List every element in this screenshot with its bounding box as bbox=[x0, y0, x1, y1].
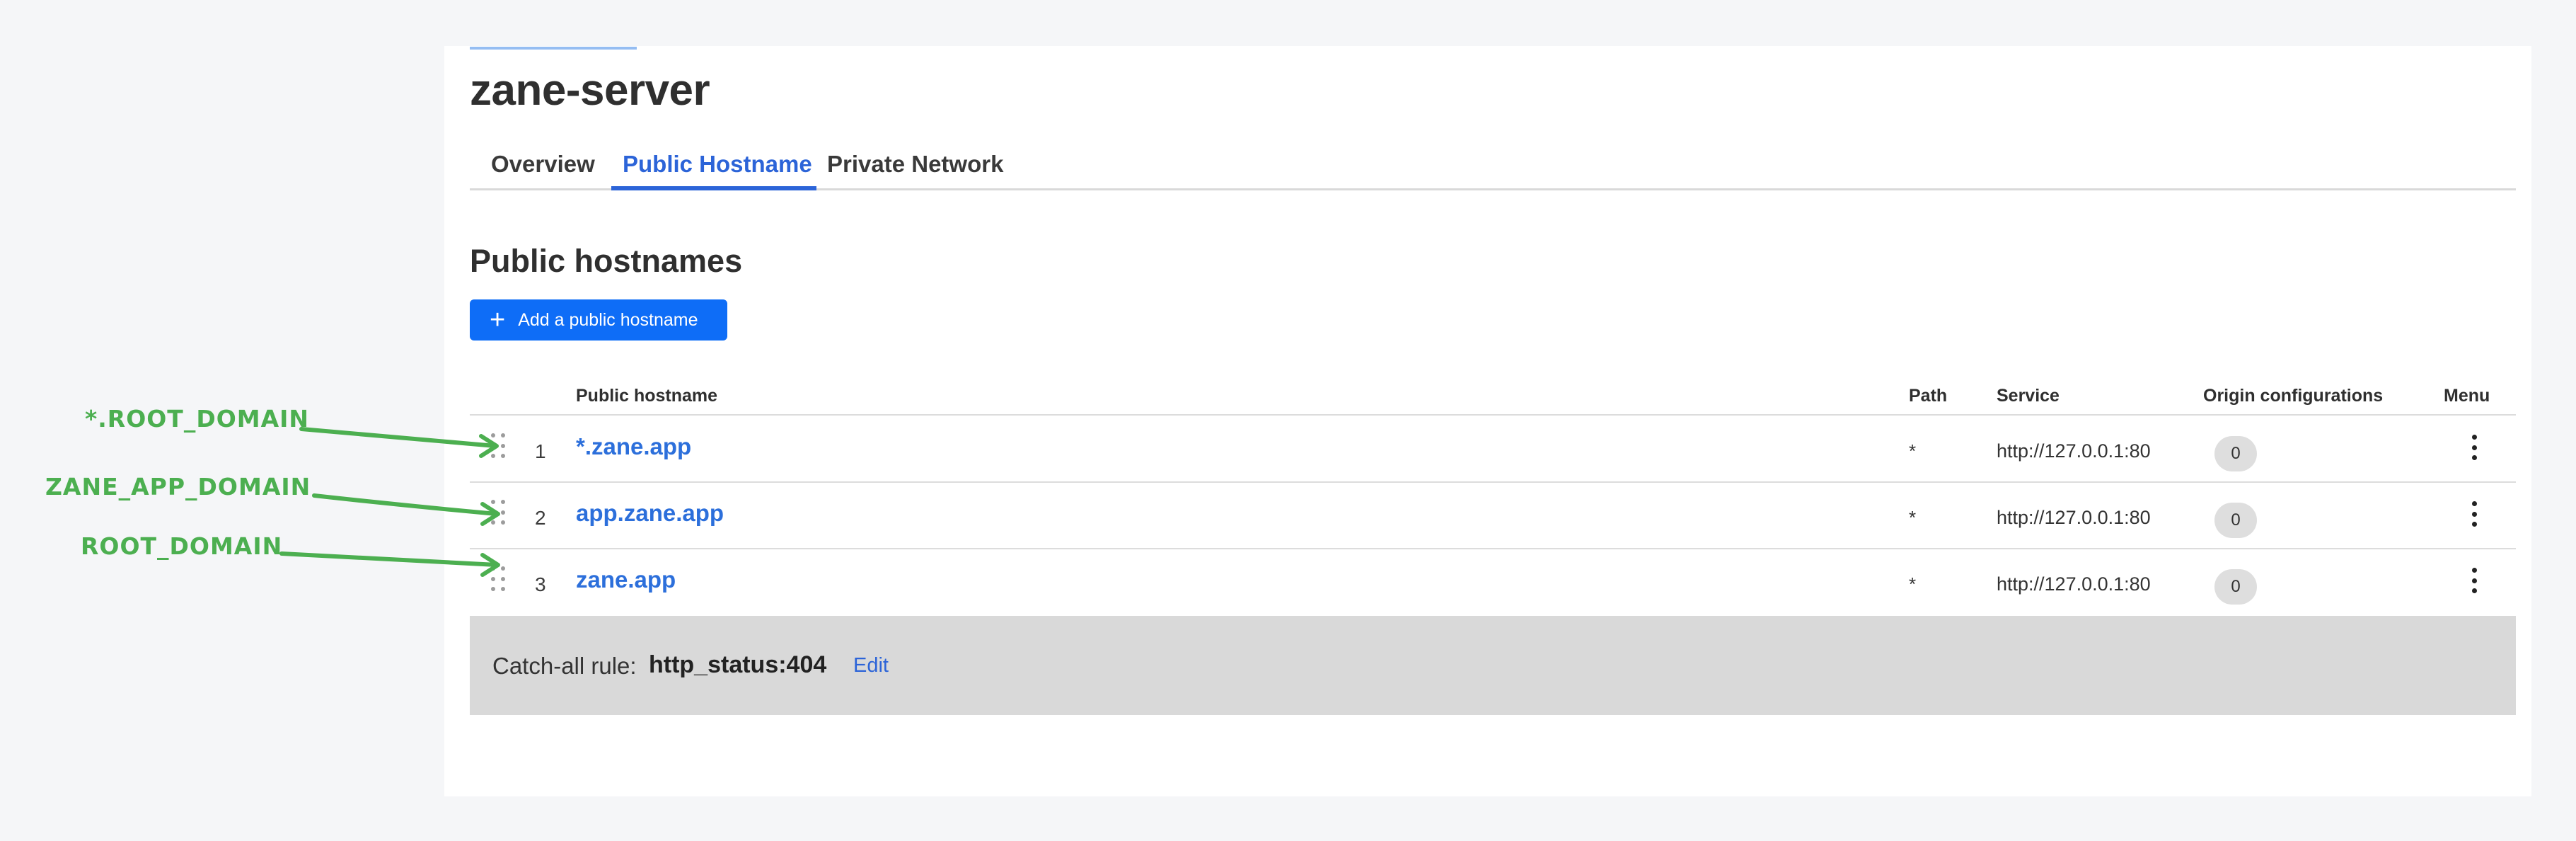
catch-all-value: http_status:404 bbox=[649, 651, 827, 678]
catch-all-label: Catch-all rule: bbox=[492, 653, 637, 679]
header-public-hostname: Public hostname bbox=[576, 386, 718, 406]
add-public-hostname-button[interactable]: + Add a public hostname bbox=[470, 299, 727, 341]
tab-overview[interactable]: Overview bbox=[491, 151, 595, 178]
header-service: Service bbox=[1997, 386, 2060, 406]
tab-private-network[interactable]: Private Network bbox=[827, 151, 1003, 178]
page-title: zane-server bbox=[470, 66, 710, 115]
table-row: 3 zane.app * http://127.0.0.1:80 0 bbox=[470, 549, 2516, 616]
hostname-link[interactable]: *.zane.app bbox=[576, 433, 691, 460]
header-path: Path bbox=[1909, 386, 1948, 406]
origin-count-badge: 0 bbox=[2214, 569, 2257, 605]
row-number: 1 bbox=[535, 440, 546, 462]
section-title: Public hostnames bbox=[470, 243, 743, 279]
service-cell: http://127.0.0.1:80 bbox=[1997, 507, 2151, 528]
hostname-link[interactable]: app.zane.app bbox=[576, 500, 724, 527]
drag-handle-icon[interactable] bbox=[491, 433, 505, 462]
table-row: 1 *.zane.app * http://127.0.0.1:80 0 bbox=[470, 416, 2516, 483]
path-cell: * bbox=[1909, 573, 1917, 595]
drag-handle-icon[interactable] bbox=[491, 566, 505, 595]
tab-bar: Overview Public Hostname Private Network bbox=[470, 145, 2516, 190]
drag-handle-icon[interactable] bbox=[491, 500, 505, 528]
path-cell: * bbox=[1909, 507, 1917, 528]
annotation-zane-app-domain: ZANE_APP_DOMAIN bbox=[45, 473, 311, 500]
plus-icon: + bbox=[490, 305, 506, 335]
catch-all-rule-box: Catch-all rule: http_status:404 Edit bbox=[470, 616, 2516, 715]
add-button-label: Add a public hostname bbox=[518, 309, 698, 330]
service-cell: http://127.0.0.1:80 bbox=[1997, 573, 2151, 595]
origin-count-badge: 0 bbox=[2214, 503, 2257, 538]
hostname-link[interactable]: zane.app bbox=[576, 566, 676, 593]
kebab-menu-icon[interactable] bbox=[2464, 432, 2485, 463]
path-cell: * bbox=[1909, 440, 1917, 462]
active-tab-indicator bbox=[611, 186, 816, 190]
header-menu: Menu bbox=[2444, 386, 2490, 406]
origin-count-badge: 0 bbox=[2214, 436, 2257, 471]
row-number: 2 bbox=[535, 507, 546, 529]
kebab-menu-icon[interactable] bbox=[2464, 498, 2485, 530]
annotation-wildcard-root-domain: *.ROOT_DOMAIN bbox=[85, 405, 310, 433]
row-divider bbox=[470, 414, 2516, 416]
service-cell: http://127.0.0.1:80 bbox=[1997, 440, 2151, 462]
top-accent-bar bbox=[470, 47, 637, 50]
kebab-menu-icon[interactable] bbox=[2464, 565, 2485, 596]
header-origin-configurations: Origin configurations bbox=[2203, 386, 2384, 406]
tab-public-hostname[interactable]: Public Hostname bbox=[623, 151, 812, 178]
row-number: 3 bbox=[535, 573, 546, 595]
table-row: 2 app.zane.app * http://127.0.0.1:80 0 bbox=[470, 483, 2516, 549]
catch-all-edit-link[interactable]: Edit bbox=[853, 654, 889, 677]
annotation-root-domain: ROOT_DOMAIN bbox=[81, 532, 283, 560]
